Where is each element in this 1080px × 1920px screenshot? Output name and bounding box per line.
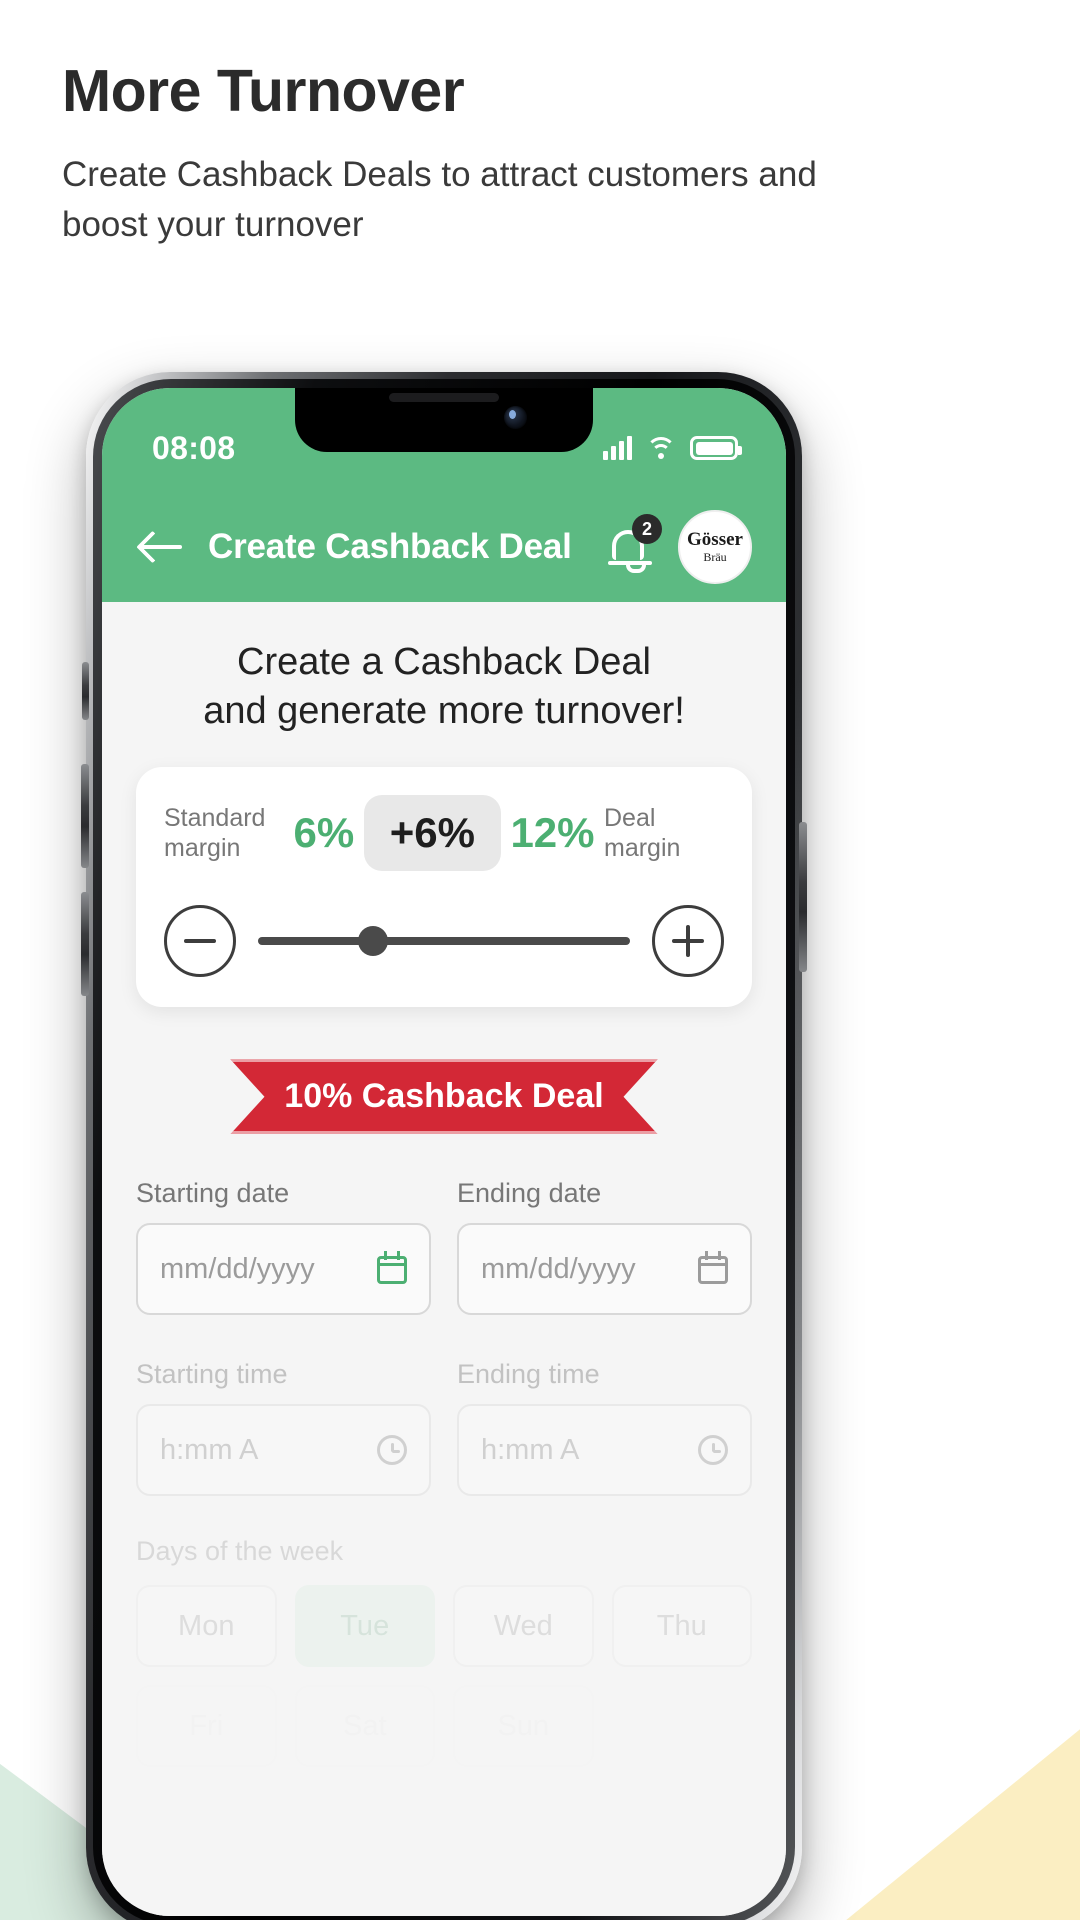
phone-volume-down-button[interactable] <box>81 892 89 996</box>
time-fields-row: Starting time h:mm A Ending time h:mm A <box>136 1359 752 1497</box>
starting-time-field: Starting time h:mm A <box>136 1359 431 1497</box>
battery-full-icon <box>690 436 742 460</box>
day-chip-tue[interactable]: Tue <box>294 1585 435 1668</box>
notification-badge: 2 <box>632 514 662 544</box>
starting-date-label: Starting date <box>136 1178 290 1209</box>
starting-time-input[interactable]: h:mm A <box>136 1404 431 1497</box>
page-subtitle: Create Cashback Deals to attract custome… <box>62 155 817 245</box>
status-time: 08:08 <box>152 429 236 466</box>
starting-date-field: Starting date mm/dd/yyyy <box>136 1178 431 1316</box>
deal-margin-label-line2: margin <box>604 834 681 863</box>
calendar-icon[interactable] <box>377 1251 407 1285</box>
status-bar: 08:08 <box>102 388 786 492</box>
day-chip-fri[interactable]: Fri <box>136 1685 277 1767</box>
clock-icon[interactable] <box>377 1435 407 1466</box>
back-arrow-icon[interactable] <box>140 531 184 563</box>
date-fields-row: Starting date mm/dd/yyyy Ending date mm/… <box>136 1178 752 1316</box>
ending-date-label: Ending date <box>457 1178 602 1209</box>
status-indicators <box>603 436 742 460</box>
marketing-copy: More Turnover Create Cashback Deals to a… <box>62 58 962 251</box>
brand-logo-line1: Gösser <box>687 528 743 550</box>
day-chip-wed[interactable]: Wed <box>453 1585 594 1668</box>
wifi-icon <box>646 436 676 460</box>
calendar-icon[interactable] <box>698 1251 728 1285</box>
starting-date-placeholder: mm/dd/yyyy <box>160 1252 315 1285</box>
margin-card: Standard margin 6% +6% 12% Deal margin <box>136 767 752 1008</box>
header-actions: 2 Gösser Bräu <box>606 510 752 584</box>
ending-time-placeholder: h:mm A <box>481 1433 580 1466</box>
phone-power-button[interactable] <box>799 822 807 972</box>
page-root: More Turnover Create Cashback Deals to a… <box>0 0 1080 1920</box>
margin-slider-thumb[interactable] <box>358 926 389 957</box>
ending-time-input[interactable]: h:mm A <box>457 1404 752 1497</box>
standard-margin-label-line1: Standard <box>164 803 266 832</box>
intro-line-2: and generate more turnover! <box>203 689 685 732</box>
day-chip-sat[interactable]: Sat <box>295 1685 436 1767</box>
intro-heading: Create a Cashback Deal and generate more… <box>136 638 752 735</box>
margin-values-row: Standard margin 6% +6% 12% Deal margin <box>164 795 724 872</box>
plus-circle-icon[interactable] <box>652 905 724 978</box>
brand-logo[interactable]: Gösser Bräu <box>678 510 752 584</box>
background-shape-yellow <box>797 1704 1080 1920</box>
day-chip-mon[interactable]: Mon <box>136 1585 277 1668</box>
page-title: More Turnover <box>62 58 465 124</box>
brand-logo-line2: Bräu <box>703 549 727 564</box>
phone-screen: 08:08 Create Cashback Deal 2 Gösser Bräu… <box>102 388 786 1916</box>
starting-time-placeholder: h:mm A <box>160 1433 259 1466</box>
day-chip-sun[interactable]: Sun <box>453 1685 594 1767</box>
cashback-ribbon-wrap: 10% Cashback Deal <box>136 1059 752 1135</box>
days-of-week-grid: Mon Tue Wed Thu Fri Sat Sun <box>136 1585 752 1767</box>
starting-time-label: Starting time <box>136 1359 288 1390</box>
margin-slider-row <box>164 905 724 978</box>
ending-date-placeholder: mm/dd/yyyy <box>481 1252 636 1285</box>
days-of-week-section: Days of the week Mon Tue Wed Thu Fri Sat… <box>136 1536 752 1767</box>
earpiece-speaker <box>389 393 499 402</box>
standard-margin-label: Standard margin <box>164 803 284 864</box>
app-header: Create Cashback Deal 2 Gösser Bräu <box>102 492 786 602</box>
cashback-ribbon: 10% Cashback Deal <box>230 1059 658 1135</box>
minus-circle-icon[interactable] <box>164 905 236 978</box>
front-camera <box>504 406 527 429</box>
deal-margin-value: 12% <box>510 809 595 857</box>
days-of-week-label: Days of the week <box>136 1536 344 1567</box>
margin-slider[interactable] <box>258 926 630 957</box>
standard-margin-label-line2: margin <box>164 834 241 863</box>
cellular-signal-icon <box>603 436 632 460</box>
ending-time-label: Ending time <box>457 1359 600 1390</box>
phone-mute-switch[interactable] <box>82 662 89 720</box>
ending-time-field: Ending time h:mm A <box>457 1359 752 1497</box>
standard-margin-value: 6% <box>293 809 355 857</box>
deal-margin-label: Deal margin <box>604 803 724 864</box>
intro-line-1: Create a Cashback Deal <box>237 641 651 683</box>
day-chip-thu[interactable]: Thu <box>611 1585 752 1668</box>
phone-notch <box>295 388 593 452</box>
margin-delta-chip: +6% <box>363 795 501 872</box>
clock-icon[interactable] <box>698 1435 728 1466</box>
deal-margin-label-line1: Deal <box>604 803 656 832</box>
phone-volume-up-button[interactable] <box>81 764 89 868</box>
notification-bell-icon[interactable]: 2 <box>606 514 662 573</box>
ending-date-input[interactable]: mm/dd/yyyy <box>457 1223 752 1316</box>
ending-date-field: Ending date mm/dd/yyyy <box>457 1178 752 1316</box>
header-title: Create Cashback Deal <box>208 527 572 566</box>
starting-date-input[interactable]: mm/dd/yyyy <box>136 1223 431 1316</box>
app-body: Create a Cashback Deal and generate more… <box>102 602 786 1916</box>
phone-mockup: 08:08 Create Cashback Deal 2 Gösser Bräu… <box>81 372 807 1920</box>
